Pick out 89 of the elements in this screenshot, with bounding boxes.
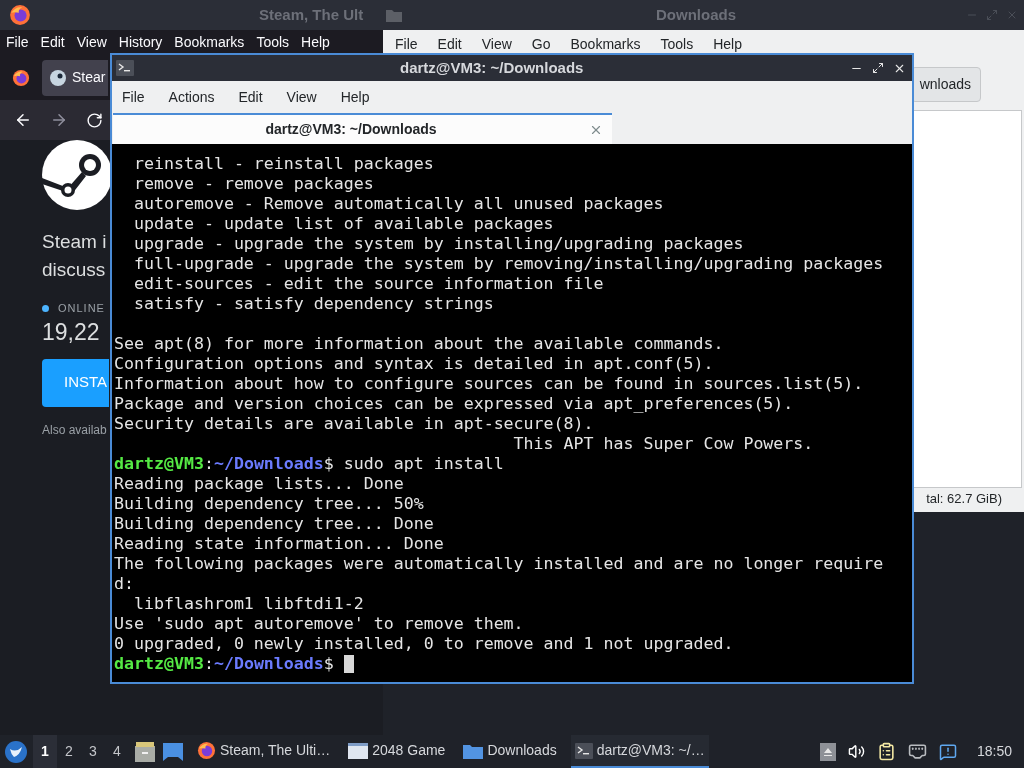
terminal-line: Building dependency tree... 50% (114, 494, 424, 514)
workspace-button[interactable]: 1 (33, 735, 57, 768)
menu-item[interactable]: View (76, 32, 107, 53)
eject-icon[interactable] (819, 742, 836, 761)
prompt-user: dartz@VM3 (114, 454, 204, 474)
terminal-line: d: (114, 574, 134, 594)
menu-item[interactable]: Actions (168, 86, 215, 108)
terminal-line: Reading state information... Done (114, 534, 444, 554)
window-title: Downloads (656, 4, 736, 25)
terminal-icon (574, 742, 593, 759)
menu-item[interactable]: Edit (437, 33, 462, 55)
terminal-line: reinstall - reinstall packages (132, 154, 434, 174)
terminal-line: libflashrom1 libftdi1-2 (132, 594, 364, 614)
steam-logo (42, 140, 112, 210)
taskbar-task[interactable]: dartz@VM3: ~/… (570, 735, 709, 768)
prompt-path: ~/Downloads (213, 654, 324, 674)
menu-item[interactable]: Tools (256, 32, 290, 53)
tagline-text: Steam i (42, 230, 107, 254)
prompt-path: ~/Downloads (213, 454, 324, 474)
terminal-line: remove - remove packages (132, 174, 374, 194)
window-title: Steam, The Ult (259, 4, 364, 25)
status-text: tal: 62.7 GiB) (926, 490, 1002, 509)
window-title: dartz@VM3: ~/Downloads (400, 57, 584, 78)
menu-item[interactable]: File (395, 33, 418, 55)
command-text: $ (323, 654, 335, 674)
forward-icon[interactable] (50, 111, 68, 129)
start-menu-icon[interactable] (5, 740, 27, 763)
terminal-line: 0 upgraded, 0 newly installed, 0 to remove and 1 not upgraded. (114, 634, 734, 654)
taskbar-task[interactable]: Downloads (459, 735, 561, 768)
menu-item[interactable]: File (122, 86, 145, 108)
terminal-line: Information about how to configure sources can be found in sources.list(5). (114, 374, 864, 394)
menu-item[interactable]: Help (340, 86, 370, 108)
terminal-line: Use 'sudo apt autoremove' to remove them. (114, 614, 524, 634)
path-button[interactable]: wnloads (911, 66, 981, 102)
menu-item[interactable]: Tools (660, 33, 694, 55)
terminal-line: autoremove - Remove automatically all unused packages (132, 194, 664, 214)
availability-text: Also availab (42, 421, 107, 439)
folder-icon (463, 742, 484, 759)
terminal-line: See apt(8) for more information about the available commands. (114, 334, 724, 354)
terminal-icon (116, 60, 134, 76)
prompt-separator: : (203, 454, 214, 474)
terminal-tab[interactable]: dartz@VM3: ~/Downloads (113, 113, 612, 144)
desktop-icon[interactable] (163, 742, 183, 761)
workspace-button[interactable]: 4 (105, 735, 129, 768)
menu-item[interactable]: History (118, 32, 163, 53)
terminal-line: Reading package lists... Done (114, 474, 404, 494)
terminal-line: satisfy - satisfy dependency strings (132, 294, 494, 314)
terminal-line: full-upgrade - upgrade the system by removing/installing/upgrading packages (132, 254, 884, 274)
notification-icon[interactable] (938, 742, 957, 761)
clock: 18:50 (976, 742, 1012, 761)
menu-item[interactable]: View (286, 86, 317, 108)
prompt-user: dartz@VM3 (114, 654, 204, 674)
maximize-icon[interactable] (872, 61, 884, 74)
window-icon (348, 742, 369, 759)
terminal-line: This APT has Super Cow Powers. (512, 434, 814, 454)
reload-icon[interactable] (86, 111, 103, 129)
menu-item[interactable]: Help (301, 32, 330, 53)
menu-item[interactable]: Edit (238, 86, 263, 108)
menu-item[interactable]: Bookmarks (174, 32, 245, 53)
prompt-separator: : (203, 654, 214, 674)
tagline-text: discuss (42, 258, 106, 282)
file-cabinet-icon[interactable] (135, 741, 155, 762)
terminal-line: Building dependency tree... Done (114, 514, 434, 534)
back-icon[interactable] (14, 111, 32, 129)
terminal-line: Security details are available in apt-secure(8). (114, 414, 594, 434)
workspace-button[interactable]: 2 (57, 735, 81, 768)
terminal-line: Package and version choices can be expressed via apt_preferences(5). (114, 394, 794, 414)
terminal-line: edit-sources - edit the source information file (132, 274, 604, 294)
menu-item[interactable]: Go (531, 33, 551, 55)
menu-item[interactable]: File (6, 32, 29, 53)
menu-item[interactable]: Edit (40, 32, 65, 53)
volume-icon[interactable] (847, 743, 865, 760)
browser-tab[interactable]: Stear (42, 59, 108, 96)
command-text: $ sudo apt install (323, 454, 504, 474)
terminal-line: The following packages were automatically installed and are no longer require (114, 554, 884, 574)
taskbar-task[interactable]: Steam, The Ulti… (193, 735, 335, 768)
workspace-button[interactable]: 3 (81, 735, 105, 768)
terminal-line: upgrade - upgrade the system by installing/upgrading packages (132, 234, 744, 254)
terminal-line: Configuration options and syntax is detailed in apt.conf(5). (114, 354, 714, 374)
menu-item[interactable]: View (481, 33, 512, 55)
folder-icon (386, 8, 402, 22)
network-icon[interactable] (907, 742, 927, 761)
clipboard-icon[interactable] (876, 742, 896, 761)
terminal-line: update - update list of available packages (132, 214, 554, 234)
online-label: ONLINE (58, 301, 105, 316)
taskbar-task[interactable]: 2048 Game (344, 735, 450, 768)
menu-item[interactable]: Bookmarks (570, 33, 641, 55)
online-count: 19,22 (42, 317, 100, 347)
menu-item[interactable]: Help (713, 33, 742, 55)
